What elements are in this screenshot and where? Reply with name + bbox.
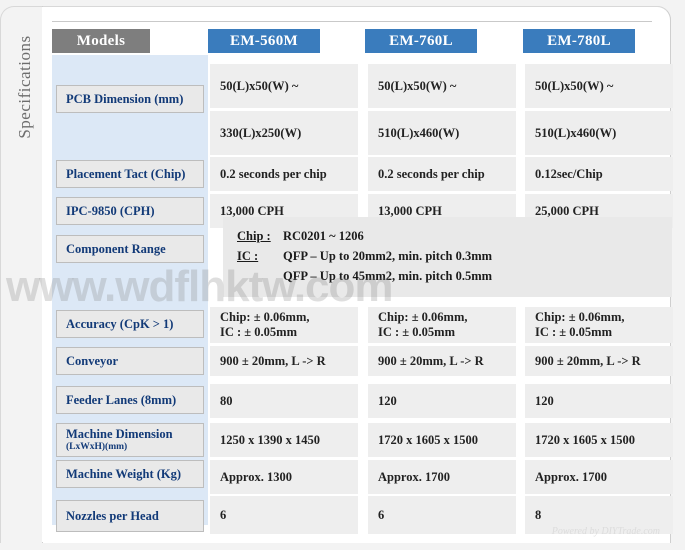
specifications-side-strip: Specifications bbox=[0, 6, 42, 543]
table-cell-r4-c1: Chip: ± 0.06mm, IC : ± 0.05mm bbox=[368, 307, 516, 343]
table-cell-r6-c1: 120 bbox=[368, 384, 516, 418]
row-label-text-4: Accuracy (CpK > 1) bbox=[66, 316, 174, 331]
row-label-7: Machine Dimension (LxWxH)(mm) bbox=[56, 423, 204, 457]
header-models-badge: Models bbox=[52, 29, 150, 53]
row-label-text-9: Nozzles per Head bbox=[66, 508, 159, 523]
row-label-4: Accuracy (CpK > 1) bbox=[56, 310, 204, 338]
table-cell-r8-c2: Approx. 1700 bbox=[525, 460, 673, 494]
table-cell-r6-c2: 120 bbox=[525, 384, 673, 418]
row-label-text-7: Machine Dimension bbox=[66, 427, 173, 441]
component-range-key-0: Chip : bbox=[237, 229, 271, 243]
table-cell-r7-c0: 1250 x 1390 x 1450 bbox=[210, 423, 358, 457]
header-model-badge-2: EM-780L bbox=[523, 29, 635, 53]
row-label-text-2: IPC-9850 (CPH) bbox=[66, 203, 155, 218]
component-range-value-1: QFP – Up to 20mm2, min. pitch 0.3mm bbox=[283, 249, 493, 263]
component-range-key-2 bbox=[237, 266, 283, 286]
header-divider-line bbox=[52, 21, 652, 22]
table-cell-r9-c1: 6 bbox=[368, 496, 516, 534]
specifications-side-label: Specifications bbox=[15, 35, 34, 139]
component-range-line-2: QFP – Up to 45mm2, min. pitch 0.5mm bbox=[237, 266, 672, 286]
table-cell-r0-c2: 510(L)x460(W) bbox=[525, 111, 673, 155]
table-cell-r5-c0: 900 ± 20mm, L -> R bbox=[210, 346, 358, 376]
table-cell-r0-c0: 50(L)x50(W) ~ bbox=[210, 64, 358, 108]
table-cell-r5-c2: 900 ± 20mm, L -> R bbox=[525, 346, 673, 376]
row-label-8: Machine Weight (Kg) bbox=[56, 460, 204, 488]
row-label-0: PCB Dimension (mm) bbox=[56, 85, 204, 113]
component-range-line-0: Chip : RC0201 ~ 1206 bbox=[237, 226, 672, 246]
row-label-text-3: Component Range bbox=[66, 241, 166, 256]
row-label-6: Feeder Lanes (8mm) bbox=[56, 386, 204, 414]
row-label-text-6: Feeder Lanes (8mm) bbox=[66, 392, 177, 407]
table-cell-r8-c0: Approx. 1300 bbox=[210, 460, 358, 494]
table-cell-r0-c1: 510(L)x460(W) bbox=[368, 111, 516, 155]
spec-table-container: Models EM-560M EM-760L EM-780L Chip : RC… bbox=[43, 6, 673, 543]
table-cell-r9-c0: 6 bbox=[210, 496, 358, 534]
table-cell-r0-c2: 50(L)x50(W) ~ bbox=[525, 64, 673, 108]
row-label-text-1: Placement Tact (Chip) bbox=[66, 166, 186, 181]
row-label-text-8: Machine Weight (Kg) bbox=[66, 466, 182, 481]
component-range-value-2: QFP – Up to 45mm2, min. pitch 0.5mm bbox=[283, 269, 493, 283]
table-cell-r4-c2: Chip: ± 0.06mm, IC : ± 0.05mm bbox=[525, 307, 673, 343]
table-cell-r1-c1: 0.2 seconds per chip bbox=[368, 157, 516, 191]
table-cell-r1-c0: 0.2 seconds per chip bbox=[210, 157, 358, 191]
component-range-detail-box: Chip : RC0201 ~ 1206 IC : QFP – Up to 20… bbox=[223, 217, 672, 297]
table-cell-r7-c2: 1720 x 1605 x 1500 bbox=[525, 423, 673, 457]
table-cell-r0-c0: 330(L)x250(W) bbox=[210, 111, 358, 155]
header-model-badge-1: EM-760L bbox=[365, 29, 477, 53]
spec-sheet-page: Models EM-560M EM-760L EM-780L Chip : RC… bbox=[0, 0, 685, 550]
table-cell-r8-c1: Approx. 1700 bbox=[368, 460, 516, 494]
table-cell-r1-c2: 0.12sec/Chip bbox=[525, 157, 673, 191]
row-label-1: Placement Tact (Chip) bbox=[56, 160, 204, 188]
row-label-2: IPC-9850 (CPH) bbox=[56, 197, 204, 225]
row-label-subtext-7: (LxWxH)(mm) bbox=[66, 442, 128, 452]
component-range-value-0: RC0201 ~ 1206 bbox=[283, 229, 364, 243]
table-cell-r5-c1: 900 ± 20mm, L -> R bbox=[368, 346, 516, 376]
row-label-text-0: PCB Dimension (mm) bbox=[66, 91, 184, 106]
row-label-5: Conveyor bbox=[56, 347, 204, 375]
table-cell-r0-c1: 50(L)x50(W) ~ bbox=[368, 64, 516, 108]
row-label-text-5: Conveyor bbox=[66, 353, 119, 368]
table-cell-r6-c0: 80 bbox=[210, 384, 358, 418]
component-range-key-1: IC : bbox=[237, 249, 259, 263]
header-model-badge-0: EM-560M bbox=[208, 29, 320, 53]
footer-credit: Powered by DIYTrade.com bbox=[551, 526, 660, 537]
row-label-3: Component Range bbox=[56, 235, 204, 263]
component-range-line-1: IC : QFP – Up to 20mm2, min. pitch 0.3mm bbox=[237, 246, 672, 266]
table-cell-r7-c1: 1720 x 1605 x 1500 bbox=[368, 423, 516, 457]
row-label-9: Nozzles per Head bbox=[56, 500, 204, 532]
table-cell-r4-c0: Chip: ± 0.06mm, IC : ± 0.05mm bbox=[210, 307, 358, 343]
